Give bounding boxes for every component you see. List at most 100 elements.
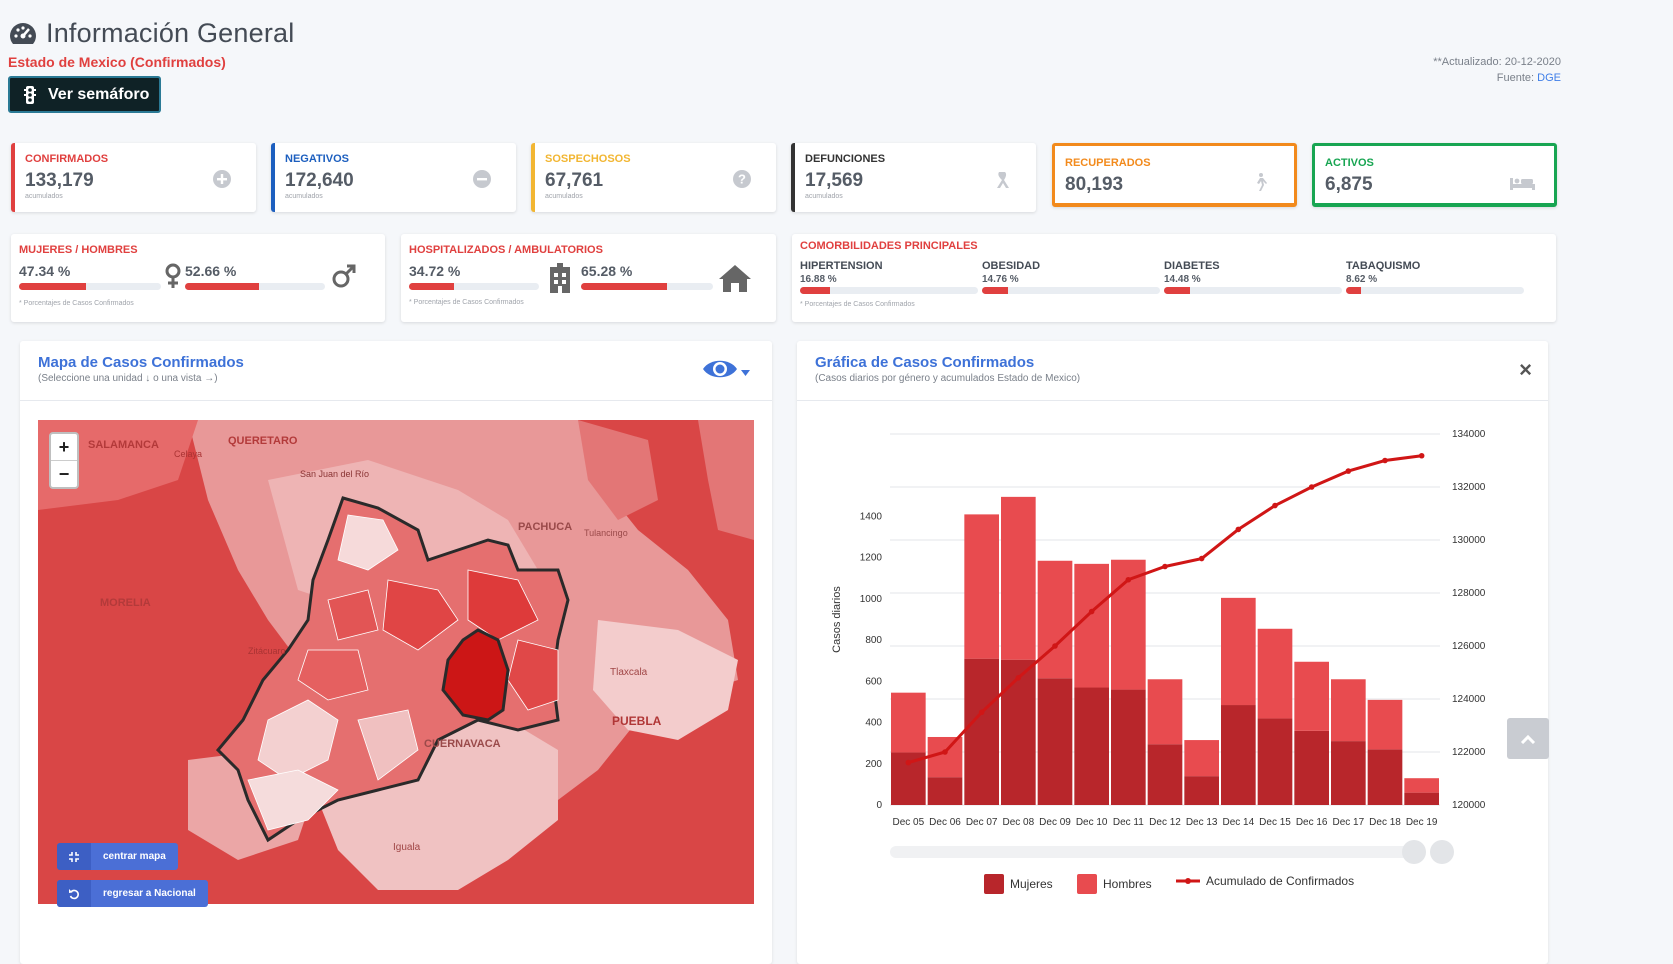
- scroll-top-button[interactable]: [1507, 718, 1549, 759]
- point-acumulado: [1235, 526, 1242, 533]
- bar-mujeres: [1294, 730, 1329, 805]
- point-acumulado: [1418, 452, 1425, 459]
- point-acumulado: [905, 759, 912, 766]
- legend-acumulado[interactable]: Acumulado de Confirmados: [1176, 874, 1354, 888]
- hospital-icon: [550, 263, 570, 293]
- stat-label: CONFIRMADOS: [25, 153, 109, 165]
- comorb-note: * Porcentajes de Casos Confirmados: [800, 301, 915, 308]
- question-circle-icon: ?: [733, 170, 751, 188]
- y2-tick-label: 124000: [1452, 694, 1486, 705]
- bar-hombres: [1001, 496, 1036, 660]
- comorb-bar: [982, 287, 1160, 294]
- stat-card-activos[interactable]: ACTIVOS 6,875: [1312, 143, 1557, 207]
- home-icon: [719, 265, 751, 292]
- bar-hombres: [1037, 560, 1073, 679]
- map-label-morelia: MORELIA: [100, 597, 151, 609]
- male-icon: [332, 264, 356, 288]
- stat-label: DEFUNCIONES: [805, 153, 886, 165]
- legend-label-acumulado: Acumulado de Confirmados: [1206, 874, 1355, 888]
- bar-mujeres: [1221, 705, 1256, 805]
- stat-sub: acumulados: [25, 193, 63, 200]
- stat-card-defunciones[interactable]: DEFUNCIONES 17,569 acumulados: [791, 143, 1036, 212]
- y2-tick-label: 130000: [1452, 535, 1486, 546]
- stat-card-recuperados[interactable]: RECUPERADOS 80,193: [1052, 143, 1297, 207]
- minus-circle-icon: [473, 170, 491, 188]
- stat-label: RECUPERADOS: [1065, 157, 1151, 169]
- map-label-tlaxcala: Tlaxcala: [610, 667, 648, 678]
- female-icon: [165, 263, 181, 288]
- map-label-celaya: Celaya: [174, 449, 202, 459]
- y2-tick-label: 132000: [1452, 482, 1486, 493]
- map-label-san-juan: San Juan del Río: [300, 469, 369, 479]
- page-subtitle: Estado de Mexico (Confirmados): [8, 54, 226, 70]
- source-link[interactable]: DGE: [1537, 72, 1561, 84]
- choropleth-map[interactable]: SALAMANCA QUERETARO Celaya San Juan del …: [38, 420, 754, 904]
- hospital-label: HOSPITALIZADOS / AMBULATORIOS: [409, 244, 603, 256]
- women-bar: [19, 283, 161, 290]
- map-title: Mapa de Casos Confirmados: [38, 354, 244, 371]
- point-acumulado: [1125, 576, 1132, 583]
- bar-hombres: [1294, 661, 1329, 731]
- point-acumulado: [1382, 457, 1388, 464]
- point-acumulado: [1088, 608, 1095, 615]
- stat-card-confirmados[interactable]: CONFIRMADOS 133,179 acumulados: [11, 143, 256, 212]
- x-tick-label: Dec 09: [1039, 817, 1071, 828]
- comorb-bar: [1346, 287, 1524, 294]
- bed-icon: [1510, 178, 1535, 190]
- bar-hombres: [1367, 699, 1403, 750]
- map-label-salamanca: SALAMANCA: [88, 439, 159, 451]
- page-header: Información General: [8, 18, 294, 49]
- zoom-in-button[interactable]: +: [51, 434, 77, 461]
- comorb-name: HIPERTENSION: [800, 260, 883, 272]
- zoom-out-button[interactable]: −: [51, 461, 77, 488]
- x-tick-label: Dec 11: [1113, 817, 1144, 828]
- view-selector[interactable]: [702, 357, 750, 381]
- chart-panel-header: Gráfica de Casos Confirmados (Casos diar…: [797, 341, 1548, 401]
- point-acumulado: [1052, 643, 1058, 649]
- svg-text:?: ?: [738, 172, 746, 187]
- y-tick-label: 400: [865, 718, 882, 729]
- bar-hombres: [1184, 740, 1219, 777]
- y-tick-label: 1000: [860, 594, 883, 605]
- x-tick-label: Dec 14: [1222, 817, 1254, 828]
- range-track: [890, 846, 1415, 858]
- semaforo-button[interactable]: Ver semáforo: [8, 76, 161, 113]
- map-subtitle: (Seleccione una unidad ↓ o una vista →): [38, 373, 218, 384]
- gender-note: * Porcentajes de Casos Confirmados: [19, 300, 134, 307]
- point-acumulado: [942, 749, 948, 755]
- center-map-label: centrar mapa: [103, 851, 166, 862]
- comorb-name: DIABETES: [1164, 260, 1220, 272]
- legend-swatch-mujeres: [984, 874, 1004, 894]
- bar-mujeres: [1257, 718, 1293, 805]
- point-acumulado: [978, 709, 985, 716]
- stat-label: ACTIVOS: [1325, 157, 1374, 169]
- hosp-bar: [409, 283, 539, 290]
- semaforo-label: Ver semáforo: [48, 85, 150, 103]
- x-tick-label: Dec 18: [1369, 817, 1401, 828]
- back-national-label: regresar a Nacional: [103, 888, 196, 899]
- bar-mujeres: [1404, 792, 1439, 805]
- legend-mujeres[interactable]: Mujeres: [984, 874, 1053, 894]
- stat-card-sospechosos[interactable]: SOSPECHOSOS 67,761 acumulados?: [531, 143, 776, 212]
- back-national-button[interactable]: regresar a Nacional: [57, 880, 208, 907]
- range-handle-right: [1430, 840, 1454, 864]
- plus-circle-icon: [213, 170, 231, 188]
- bar-mujeres: [927, 777, 963, 805]
- y-tick-label: 200: [865, 759, 882, 770]
- legend-hombres[interactable]: Hombres: [1077, 874, 1152, 894]
- x-tick-label: Dec 05: [892, 817, 924, 828]
- hospital-note: * Porcentajes de Casos Confirmados: [409, 299, 524, 306]
- y2-tick-label: 134000: [1452, 429, 1486, 440]
- center-map-button[interactable]: centrar mapa: [57, 843, 178, 870]
- x-tick-label: Dec 10: [1076, 817, 1108, 828]
- stat-card-negativos[interactable]: NEGATIVOS 172,640 acumulados: [271, 143, 516, 212]
- update-info: **Actualizado: 20-12-2020 Fuente: DGE: [1433, 54, 1561, 86]
- comorb-bar: [1164, 287, 1342, 294]
- map-label-tulancingo: Tulancingo: [584, 528, 628, 538]
- bar-hombres: [1404, 778, 1439, 793]
- chart-subtitle: (Casos diarios por género y acumulados E…: [815, 373, 1081, 384]
- close-button[interactable]: ×: [1519, 357, 1532, 383]
- range-handle-left: [1402, 840, 1426, 864]
- stat-sub: acumulados: [545, 193, 583, 200]
- men-bar: [185, 283, 325, 290]
